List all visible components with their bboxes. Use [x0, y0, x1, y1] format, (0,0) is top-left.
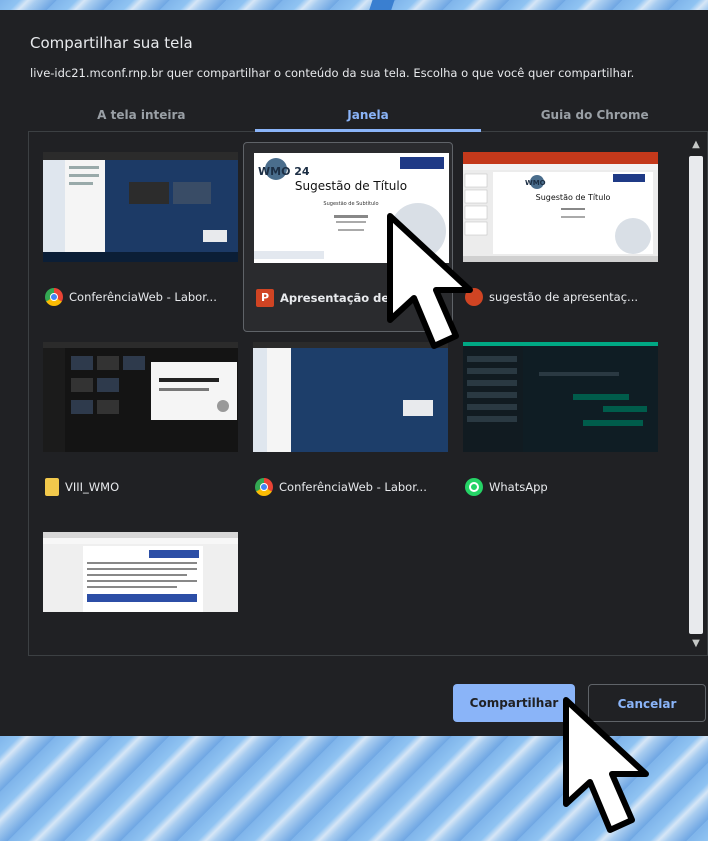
- window-thumbnail: [43, 152, 238, 262]
- window-title: ConferênciaWeb - Labor...: [279, 480, 427, 494]
- window-grid: ConferênciaWeb - Labor... WMO 24 Sugestã…: [28, 132, 708, 656]
- slide-logo: WMO: [525, 179, 546, 187]
- powerpoint-icon: P: [256, 289, 274, 307]
- source-tabs: A tela inteira Janela Guia do Chrome: [28, 102, 708, 132]
- cursor-arrow-icon: [563, 697, 649, 833]
- window-tile-document[interactable]: [33, 522, 243, 655]
- dialog-subtitle: live-idc21.mconf.rnp.br quer compartilha…: [30, 66, 635, 80]
- dialog-title: Compartilhar sua tela: [30, 34, 193, 52]
- window-thumbnail: [463, 342, 658, 452]
- scrollbar-thumb[interactable]: [689, 156, 703, 634]
- cursor-arrow-icon: [387, 213, 473, 349]
- window-tile-conferenciaweb-2[interactable]: ConferênciaWeb - Labor...: [243, 332, 453, 522]
- chrome-icon: [255, 478, 273, 496]
- window-thumbnail: [43, 532, 238, 612]
- chrome-icon: [45, 288, 63, 306]
- chevron-up-icon[interactable]: ▲: [689, 138, 703, 152]
- window-title: WhatsApp: [489, 480, 548, 494]
- tab-window[interactable]: Janela: [254, 102, 482, 132]
- slide-logo: WMO 24: [258, 165, 310, 178]
- window-title: sugestão de apresentaç...: [489, 290, 639, 304]
- share-screen-dialog: Compartilhar sua tela live-idc21.mconf.r…: [0, 10, 708, 736]
- window-tile-whatsapp[interactable]: WhatsApp: [453, 332, 663, 522]
- chevron-down-icon[interactable]: ▼: [689, 637, 703, 651]
- whatsapp-icon: [465, 478, 483, 496]
- window-thumbnail: [43, 342, 238, 452]
- slide-title: Sugestão de Título: [536, 193, 611, 202]
- window-title: VIII_WMO: [65, 480, 120, 494]
- slide-title: Sugestão de Título: [295, 179, 407, 193]
- window-thumbnail: WMO Sugestão de Título: [463, 152, 658, 262]
- window-thumbnail: [253, 342, 448, 452]
- tab-entire-screen[interactable]: A tela inteira: [28, 102, 255, 131]
- window-title: ConferênciaWeb - Labor...: [69, 290, 217, 304]
- window-tile-conferenciaweb-1[interactable]: ConferênciaWeb - Labor...: [33, 142, 243, 332]
- window-tile-viii-wmo[interactable]: VIII_WMO: [33, 332, 243, 522]
- tab-chrome-tab[interactable]: Guia do Chrome: [481, 102, 708, 131]
- folder-icon: [45, 478, 59, 496]
- slide-subtitle: Sugestão de Subtítulo: [323, 200, 378, 207]
